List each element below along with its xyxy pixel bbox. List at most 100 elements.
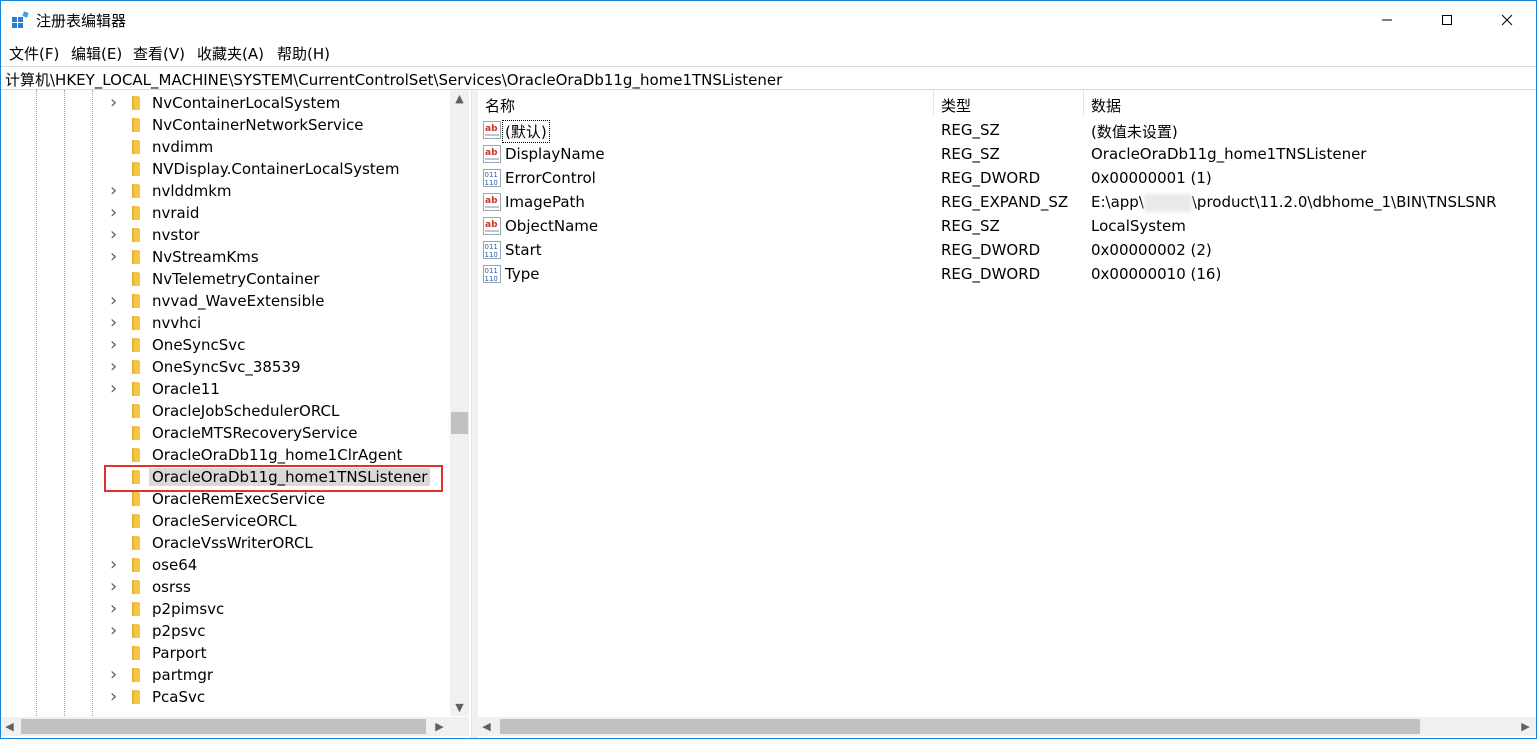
tree-item[interactable]: › OneSyncSvc_38539 xyxy=(1,356,449,378)
scroll-down-icon[interactable]: ▼ xyxy=(450,699,469,716)
column-header-data[interactable]: 数据 xyxy=(1091,95,1121,116)
column-divider[interactable] xyxy=(933,90,934,116)
expand-chevron-icon[interactable]: › xyxy=(110,336,124,354)
value-row[interactable]: 011 110 ErrorControl REG_DWORD 0x00000001 (1… xyxy=(478,166,1536,190)
folder-icon xyxy=(132,426,140,440)
tree-item[interactable]: NvContainerNetworkService xyxy=(1,114,449,136)
menu-edit[interactable]: 编辑(E) xyxy=(71,43,122,64)
tree-horizontal-scrollbar[interactable]: ◀ ▶ xyxy=(1,717,450,736)
tree-vertical-scroll-thumb[interactable] xyxy=(451,412,468,434)
column-header-name[interactable]: 名称 xyxy=(485,95,515,116)
expand-chevron-icon[interactable]: › xyxy=(110,358,124,376)
tree-item[interactable]: nvdimm xyxy=(1,136,449,158)
folder-icon xyxy=(132,668,140,682)
tree-item-clipped[interactable] xyxy=(1,708,449,716)
tree-item-label: nvdimm xyxy=(152,138,214,156)
expand-chevron-icon[interactable]: › xyxy=(110,622,124,640)
tree-item[interactable]: OracleRemExecService xyxy=(1,488,449,510)
tree-item-label: nvstor xyxy=(152,226,200,244)
tree-item[interactable]: › nvstor xyxy=(1,224,449,246)
tree-item-selected[interactable]: OracleOraDb11g_home1TNSListener xyxy=(1,466,449,488)
expand-chevron-icon[interactable]: › xyxy=(110,688,124,706)
minimize-button[interactable] xyxy=(1357,1,1417,39)
expand-chevron-icon[interactable]: › xyxy=(110,226,124,244)
scroll-left-icon[interactable]: ◀ xyxy=(478,717,495,736)
expand-chevron-icon[interactable]: › xyxy=(110,314,124,332)
value-data: 0x00000002 (2) xyxy=(1091,241,1212,259)
close-button[interactable] xyxy=(1477,1,1536,39)
registry-key-tree[interactable]: › NvContainerLocalSystem NvContainerNetwor… xyxy=(1,90,470,738)
address-path[interactable]: 计算机\HKEY_LOCAL_MACHINE\SYSTEM\CurrentCon… xyxy=(5,69,782,90)
scroll-right-icon[interactable]: ▶ xyxy=(1517,717,1534,736)
folder-icon xyxy=(132,448,140,462)
tree-item[interactable]: › p2pimsvc xyxy=(1,598,449,620)
registry-values-list[interactable]: 名称 类型 数据 ab (默认) REG_SZ (数值未设置) ab DisplayNam… xyxy=(478,90,1536,738)
string-value-icon: ab xyxy=(483,217,501,235)
values-horizontal-scroll-thumb[interactable] xyxy=(500,719,1420,734)
expand-chevron-icon[interactable]: › xyxy=(110,204,124,222)
tree-item-label: nvraid xyxy=(152,204,200,222)
tree-item[interactable]: › PcaSvc xyxy=(1,686,449,708)
expand-chevron-icon[interactable]: › xyxy=(110,182,124,200)
tree-item[interactable]: NVDisplay.ContainerLocalSystem xyxy=(1,158,449,180)
expand-chevron-icon[interactable]: › xyxy=(110,94,124,112)
tree-item[interactable]: OracleMTSRecoveryService xyxy=(1,422,449,444)
tree-item[interactable]: › Oracle11 xyxy=(1,378,449,400)
scroll-right-icon[interactable]: ▶ xyxy=(431,717,448,736)
tree-item[interactable]: › NvContainerLocalSystem xyxy=(1,92,449,114)
menu-view[interactable]: 查看(V) xyxy=(133,43,185,64)
tree-item-label: NvTelemetryContainer xyxy=(152,270,320,288)
maximize-button[interactable] xyxy=(1417,1,1477,39)
menu-favorites[interactable]: 收藏夹(A) xyxy=(197,43,264,64)
menu-file[interactable]: 文件(F) xyxy=(9,43,59,64)
close-icon xyxy=(1501,14,1513,26)
menu-help[interactable]: 帮助(H) xyxy=(277,43,330,64)
tree-item[interactable]: OracleServiceORCL xyxy=(1,510,449,532)
folder-icon xyxy=(132,624,140,638)
tree-item[interactable]: › nvvad_WaveExtensible xyxy=(1,290,449,312)
value-row[interactable]: ab ImagePath REG_EXPAND_SZ E:\app\ \product\… xyxy=(478,190,1536,214)
value-row[interactable]: 011 110 Type REG_DWORD 0x00000010 (16) xyxy=(478,262,1536,286)
folder-icon xyxy=(132,294,140,308)
dword-value-icon: 011110 xyxy=(483,241,501,259)
expand-chevron-icon[interactable]: › xyxy=(110,578,124,596)
tree-item[interactable]: › p2psvc xyxy=(1,620,449,642)
value-row[interactable]: ab ObjectName REG_SZ LocalSystem xyxy=(478,214,1536,238)
address-bar[interactable]: 计算机\HKEY_LOCAL_MACHINE\SYSTEM\CurrentCon… xyxy=(1,66,1536,90)
tree-item[interactable]: OracleJobSchedulerORCL xyxy=(1,400,449,422)
tree-item[interactable]: › partmgr xyxy=(1,664,449,686)
column-header-type[interactable]: 类型 xyxy=(941,95,971,116)
tree-item[interactable]: OracleOraDb11g_home1ClrAgent xyxy=(1,444,449,466)
tree-item[interactable]: › ose64 xyxy=(1,554,449,576)
value-data: 0x00000010 (16) xyxy=(1091,265,1222,283)
tree-item[interactable]: NvTelemetryContainer xyxy=(1,268,449,290)
value-row[interactable]: ab (默认) REG_SZ (数值未设置) xyxy=(478,118,1536,143)
tree-item[interactable]: › nvvhci xyxy=(1,312,449,334)
tree-item[interactable]: › nvlddmkm xyxy=(1,180,449,202)
tree-item[interactable]: › NvStreamKms xyxy=(1,246,449,268)
svg-text:110: 110 xyxy=(485,251,498,259)
value-row[interactable]: 011 110 Start REG_DWORD 0x00000002 (2) xyxy=(478,238,1536,262)
title-bar[interactable]: 注册表编辑器 xyxy=(1,1,1536,39)
scroll-left-icon[interactable]: ◀ xyxy=(1,717,18,736)
tree-item[interactable]: › OneSyncSvc xyxy=(1,334,449,356)
scroll-up-icon[interactable]: ▲ xyxy=(450,90,469,107)
value-type: REG_DWORD xyxy=(941,169,1041,187)
expand-chevron-icon[interactable]: › xyxy=(110,556,124,574)
tree-item[interactable]: › nvraid xyxy=(1,202,449,224)
tree-horizontal-scroll-thumb[interactable] xyxy=(21,719,426,734)
tree-item[interactable]: OracleVssWriterORCL xyxy=(1,532,449,554)
tree-item[interactable]: › osrss xyxy=(1,576,449,598)
tree-vertical-scrollbar[interactable]: ▲ ▼ xyxy=(450,90,469,716)
tree-item-label: nvvad_WaveExtensible xyxy=(152,292,325,310)
expand-chevron-icon[interactable]: › xyxy=(110,600,124,618)
expand-chevron-icon[interactable]: › xyxy=(110,292,124,310)
expand-chevron-icon[interactable]: › xyxy=(110,248,124,266)
expand-chevron-icon[interactable]: › xyxy=(110,380,124,398)
expand-chevron-icon[interactable]: › xyxy=(110,666,124,684)
values-horizontal-scrollbar[interactable]: ◀ ▶ xyxy=(478,717,1536,736)
tree-item[interactable]: Parport xyxy=(1,642,449,664)
value-row[interactable]: ab DisplayName REG_SZ OracleOraDb11g_home1T… xyxy=(478,142,1536,166)
value-data: 0x00000001 (1) xyxy=(1091,169,1212,187)
column-divider[interactable] xyxy=(1083,90,1084,116)
